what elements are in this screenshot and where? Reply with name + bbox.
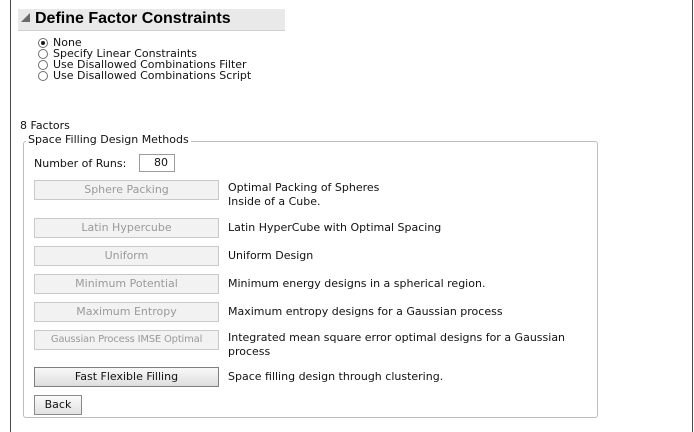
outline-title: Define Factor Constraints: [35, 10, 231, 27]
latin-hypercube-description: Latin HyperCube with Optimal Spacing: [228, 221, 442, 234]
latin-hypercube-button[interactable]: Latin Hypercube: [34, 218, 219, 238]
minimum-potential-description: Minimum energy designs in a spherical re…: [228, 277, 486, 290]
sphere-packing-button[interactable]: Sphere Packing: [34, 180, 219, 200]
disclosure-triangle-icon[interactable]: [21, 13, 30, 22]
radio-label: Use Disallowed Combinations Script: [53, 69, 252, 82]
back-button[interactable]: Back: [34, 395, 82, 415]
number-of-runs-label: Number of Runs:: [34, 157, 127, 170]
uniform-button[interactable]: Uniform: [34, 246, 219, 266]
gaussian-process-imse-optimal-description: Integrated mean square error optimal des…: [228, 331, 566, 358]
number-of-runs-input[interactable]: 80: [139, 154, 175, 172]
gaussian-process-imse-optimal-button[interactable]: Gaussian Process IMSE Optimal: [34, 330, 219, 350]
radio-button-icon[interactable]: [38, 38, 48, 48]
fast-flexible-filling-description: Space filling design through clustering.: [228, 370, 444, 383]
maximum-entropy-button[interactable]: Maximum Entropy: [34, 302, 219, 322]
factors-count: 8 Factors: [20, 119, 70, 132]
uniform-description: Uniform Design: [228, 249, 314, 262]
outline-header[interactable]: Define Factor Constraints: [18, 9, 285, 31]
maximum-entropy-description: Maximum entropy designs for a Gaussian p…: [228, 305, 503, 318]
fast-flexible-filling-button[interactable]: Fast Flexible Filling: [34, 367, 219, 387]
minimum-potential-button[interactable]: Minimum Potential: [34, 274, 219, 294]
radio-button-icon[interactable]: [38, 49, 48, 59]
radio-button-icon[interactable]: [38, 60, 48, 70]
sphere-packing-description: Optimal Packing of Spheres Inside of a C…: [228, 181, 380, 208]
methods-group-title: Space Filling Design Methods: [26, 133, 191, 146]
radio-button-icon[interactable]: [38, 71, 48, 81]
